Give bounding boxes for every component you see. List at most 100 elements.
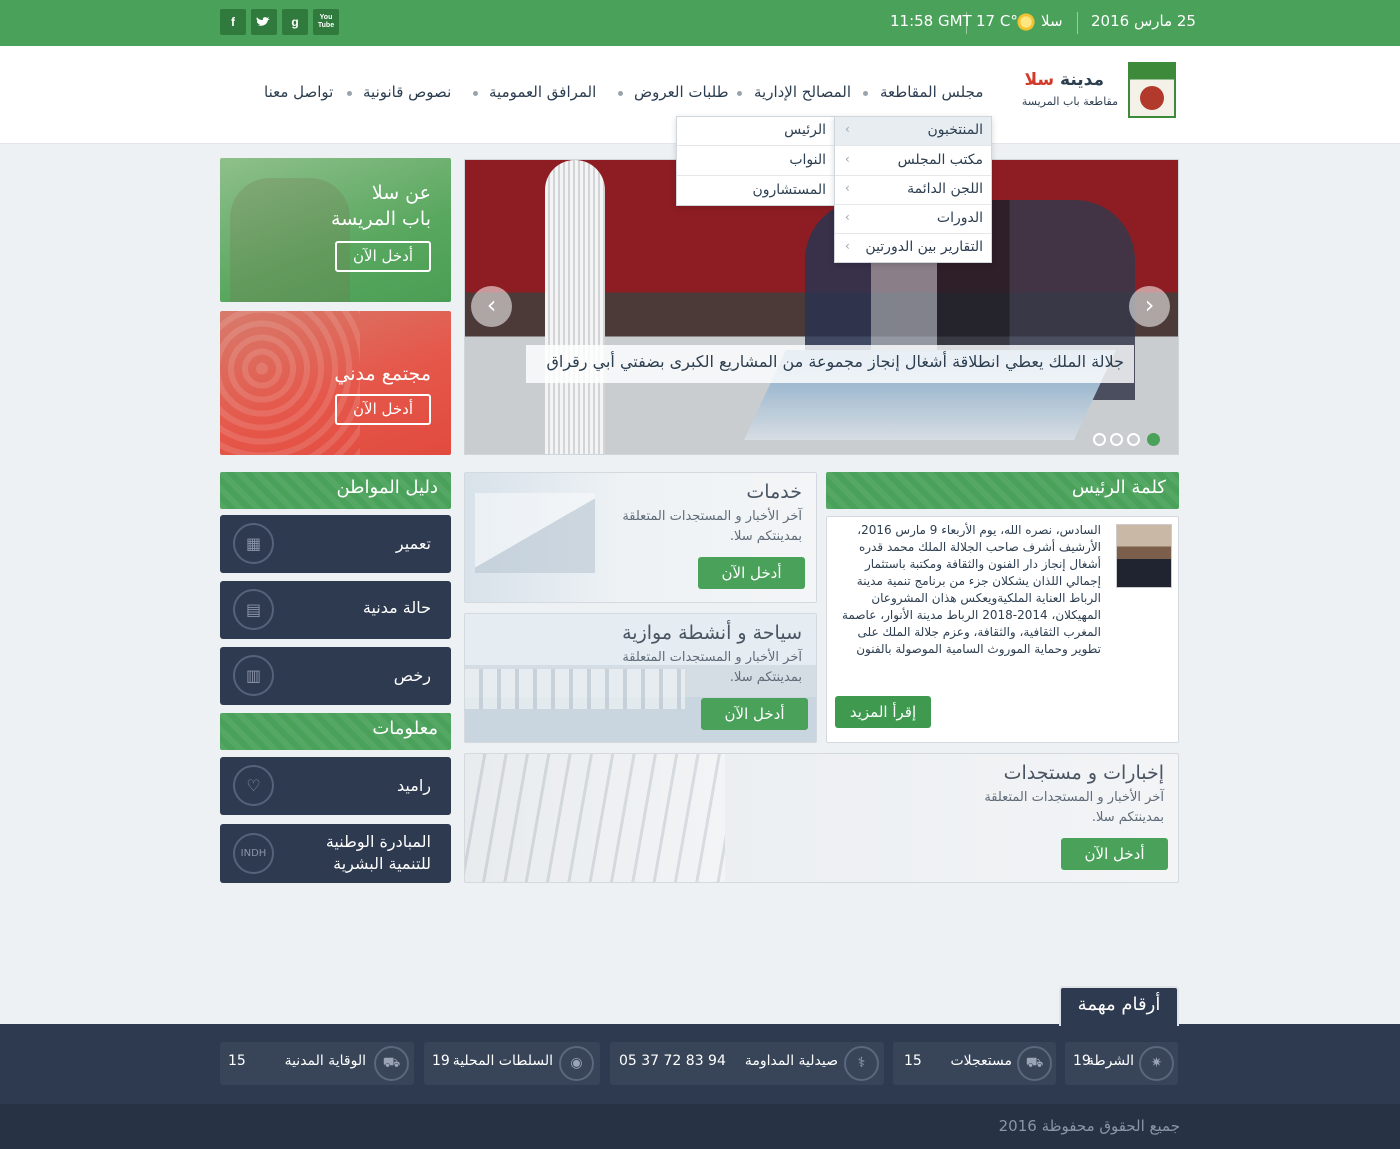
slider-prev-arrow-icon[interactable]: ‹ <box>471 286 512 327</box>
card-enter-button[interactable]: أدخل الآن <box>1061 838 1168 870</box>
chevron-left-icon: › <box>845 152 850 166</box>
number-value: 19 <box>1073 1053 1091 1069</box>
slider-dot[interactable] <box>1093 433 1106 446</box>
card-description-2: بمدينتكم سلا. <box>729 670 802 685</box>
card-description: آخر الأخبار و المستجدات المتعلقة <box>622 650 802 665</box>
citizen-guide-header: دليل المواطن <box>220 472 451 509</box>
submenu-elected: الرئيس النواب المستشارون <box>676 116 835 206</box>
building-icon: ▦ <box>233 523 274 564</box>
promo-civil-society[interactable]: مجتمع مدني أدخل الآن <box>220 311 451 455</box>
promo-image-gate <box>230 178 350 302</box>
number-value: 19 <box>432 1053 450 1069</box>
card-services[interactable]: خدمات آخر الأخبار و المستجدات المتعلقة ب… <box>464 472 817 603</box>
number-police[interactable]: ✷ الشرطة 19 <box>1065 1042 1178 1085</box>
city-crest-logo[interactable] <box>1128 62 1176 118</box>
dropdown-item-committees[interactable]: › اللجن الدائمة <box>835 176 991 205</box>
city: سلا <box>1041 12 1063 30</box>
nav-contact[interactable]: تواصل معنا <box>264 83 333 101</box>
card-description-2: بمدينتكم سلا. <box>1091 810 1164 825</box>
info-header: معلومات <box>220 713 451 750</box>
nav-tenders[interactable]: طلبات العروض <box>634 83 729 101</box>
dropdown-item-label: مكتب المجلس <box>897 152 983 168</box>
number-label: صيدلية المداومة <box>744 1053 838 1069</box>
number-civil-protection[interactable]: ⛟ الوقاية المدنية 15 <box>220 1042 414 1085</box>
nav-public-facilities[interactable]: المرافق العمومية <box>489 83 596 101</box>
dropdown-item-label: المنتخبون <box>927 122 983 138</box>
number-label: الشرطة <box>1086 1053 1134 1069</box>
president-word-panel: السادس، نصره الله، يوم الأربعاء 9 مارس 2… <box>826 516 1179 743</box>
nav-admin-services[interactable]: المصالح الإدارية <box>754 83 851 101</box>
slider-dot[interactable] <box>1127 433 1140 446</box>
facebook-icon[interactable]: f <box>220 9 246 35</box>
info-item-ramed[interactable]: راميد ♡ <box>220 757 451 815</box>
info-item-label: المبادرة الوطنية <box>325 832 431 851</box>
nav-council[interactable]: مجلس المقاطعة <box>880 83 983 101</box>
guide-item-permits[interactable]: رخص ▥ <box>220 647 451 705</box>
copyright-text: جميع الحقوق محفوظة 2016 <box>998 1117 1180 1135</box>
card-tourism[interactable]: سياحة و أنشطة موازية آخر الأخبار و المست… <box>464 613 817 743</box>
slide-caption[interactable]: جلالة الملك يعطي انطلاقة أشغال إنجاز مجم… <box>526 345 1134 383</box>
dropdown-item-sessions[interactable]: › الدورات <box>835 205 991 234</box>
read-more-button[interactable]: إقرأ المزيد <box>835 696 931 728</box>
promo-about-sale[interactable]: عن سلا باب المريسة أدخل الآن <box>220 158 451 302</box>
nav-dot <box>618 91 623 96</box>
fire-truck-icon: ⛟ <box>374 1046 409 1081</box>
document-icon: ▥ <box>233 655 274 696</box>
promo-title-2: باب المريسة <box>331 208 431 230</box>
submenu-item-deputies[interactable]: النواب <box>677 147 834 176</box>
card-news[interactable]: إخبارات و مستجدات آخر الأخبار و المستجدا… <box>464 753 1179 883</box>
date: 25 مارس 2016 <box>1091 12 1196 30</box>
guide-item-urbanism[interactable]: تعمير ▦ <box>220 515 451 573</box>
promo-title: عن سلا <box>371 182 431 204</box>
youtube-icon[interactable]: You Tube <box>313 9 339 35</box>
card-image-laptop <box>475 493 595 573</box>
card-title: خدمات <box>746 481 802 503</box>
info-item-indh[interactable]: المبادرة الوطنية للتنمية البشرية INDH <box>220 824 451 883</box>
slider-dot[interactable] <box>1110 433 1123 446</box>
card-image-newspapers <box>465 754 725 882</box>
guide-item-civil-status[interactable]: حالة مدنية ▤ <box>220 581 451 639</box>
number-emergency[interactable]: ⛟ مستعجلات 15 <box>893 1042 1056 1085</box>
nav-dot <box>863 91 868 96</box>
number-pharmacy[interactable]: ⚕ صيدلية المداومة 05 37 72 83 94 <box>610 1042 884 1085</box>
temperature: 17 C° <box>976 12 1018 30</box>
heartbeat-icon: ♡ <box>233 765 274 806</box>
nav-legal-texts[interactable]: نصوص قانونية <box>363 83 451 101</box>
submenu-item-president[interactable]: الرئيس <box>677 117 834 146</box>
number-value: 15 <box>904 1053 922 1069</box>
chevron-left-icon: › <box>845 210 850 224</box>
google-icon[interactable]: g <box>282 9 308 35</box>
twitter-icon[interactable] <box>251 9 277 35</box>
number-value: 05 37 72 83 94 <box>619 1053 726 1069</box>
slider-next-arrow-icon[interactable]: › <box>1129 286 1170 327</box>
promo-enter-button[interactable]: أدخل الآن <box>335 241 431 272</box>
nav-dot <box>737 91 742 96</box>
number-local-authorities[interactable]: ◉ السلطات المحلية 19 <box>424 1042 600 1085</box>
logo-city: سلا <box>1024 70 1055 90</box>
important-numbers-tab: أرقام مهمة <box>1059 986 1179 1026</box>
chevron-left-icon: › <box>845 181 850 195</box>
card-enter-button[interactable]: أدخل الآن <box>701 698 808 730</box>
dropdown-item-bureau[interactable]: › مكتب المجلس <box>835 147 991 176</box>
card-description-2: بمدينتكم سلا. <box>729 529 802 544</box>
guide-item-label: تعمير <box>395 534 431 553</box>
president-word-header: كلمة الرئيس <box>826 472 1179 509</box>
card-title: إخبارات و مستجدات <box>1003 762 1164 784</box>
sun-icon <box>1016 12 1036 32</box>
submenu-item-advisors[interactable]: المستشارون <box>677 177 834 206</box>
dropdown-item-label: التقارير بين الدورتين <box>865 239 983 255</box>
slider-dot-active[interactable] <box>1147 433 1160 446</box>
president-text: السادس، نصره الله، يوم الأربعاء 9 مارس 2… <box>837 522 1167 658</box>
card-enter-button[interactable]: أدخل الآن <box>698 557 805 589</box>
footer: جميع الحقوق محفوظة 2016 <box>0 1104 1400 1149</box>
card-image-harbor <box>465 669 685 709</box>
promo-enter-button[interactable]: أدخل الآن <box>335 394 431 425</box>
logo-title[interactable]: مدينة سلا <box>1020 70 1104 90</box>
dropdown-item-elected[interactable]: › المنتخبون <box>835 117 991 146</box>
indh-icon: INDH <box>233 833 274 874</box>
authority-icon: ◉ <box>559 1046 594 1081</box>
dropdown-item-reports[interactable]: › التقارير بين الدورتين <box>835 234 991 263</box>
dropdown-item-label: الدورات <box>936 210 983 226</box>
chevron-left-icon: › <box>845 239 850 253</box>
nav-dot <box>473 91 478 96</box>
